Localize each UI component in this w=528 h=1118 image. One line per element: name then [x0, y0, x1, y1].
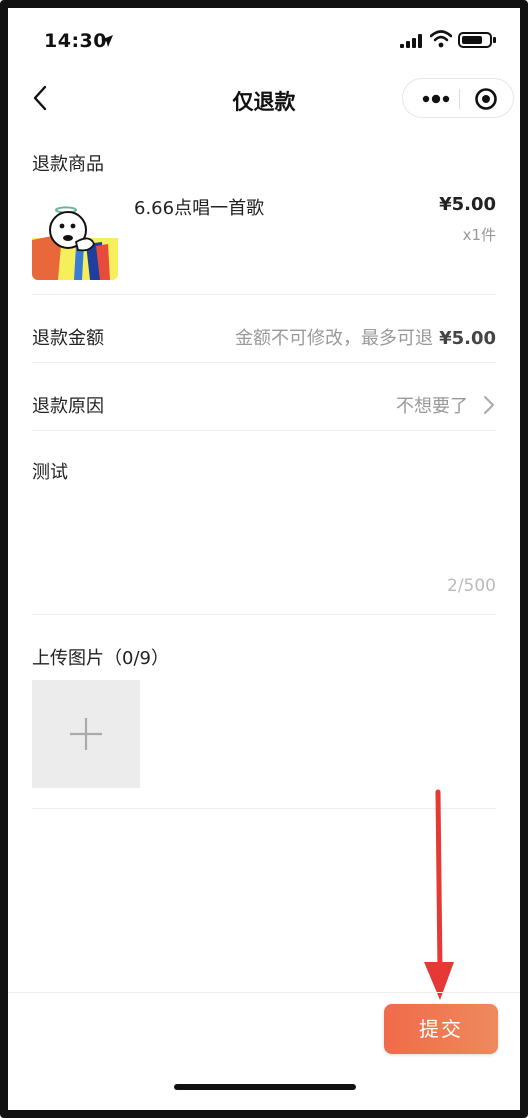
battery-icon	[458, 32, 496, 48]
screen: 14:30 仅退款 退款商品 6.66点唱一首歌 ¥5.00 x1件 退款金额 …	[8, 8, 520, 1110]
refund-reason-row[interactable]: 退款原因 不想要了	[8, 368, 520, 428]
red-arrow-annotation	[424, 789, 454, 1000]
plus-icon	[70, 718, 102, 750]
divider	[32, 430, 496, 431]
refund-reason-value: 不想要了	[396, 396, 468, 417]
divider	[32, 294, 496, 295]
divider	[32, 362, 496, 363]
status-time: 14:30	[44, 30, 107, 52]
capsule-divider	[459, 89, 460, 109]
product-price: ¥5.00	[439, 194, 496, 215]
location-arrow-icon	[101, 35, 113, 47]
add-image-button[interactable]	[32, 680, 140, 788]
product-quantity: x1件	[462, 226, 496, 244]
refund-amount-label: 退款金额	[32, 328, 104, 349]
product-illustration	[32, 206, 118, 280]
mini-program-capsule	[402, 78, 514, 118]
status-bar: 14:30	[8, 26, 520, 66]
refund-amount-hint-text: 金额不可修改，最多可退	[235, 328, 434, 349]
char-counter: 2/500	[447, 576, 496, 596]
submit-button[interactable]: 提交	[384, 1004, 498, 1054]
chevron-right-icon	[484, 396, 494, 414]
cellular-signal-icon	[400, 34, 422, 48]
wifi-icon	[430, 30, 452, 48]
product-name: 6.66点唱一首歌	[134, 198, 265, 219]
refund-amount-max: ¥5.00	[439, 328, 496, 349]
more-dots-icon[interactable]	[413, 79, 459, 119]
phone-frame: 14:30 仅退款 退款商品 6.66点唱一首歌 ¥5.00 x1件 退款金额 …	[0, 0, 528, 1118]
nav-bar: 仅退款	[8, 70, 520, 126]
refund-reason-label: 退款原因	[32, 396, 104, 417]
refund-amount-hint: 金额不可修改，最多可退 ¥5.00	[235, 324, 496, 350]
divider	[32, 614, 496, 615]
refund-description-textarea[interactable]: 测试 2/500	[8, 438, 520, 614]
target-circle-icon[interactable]	[463, 79, 509, 119]
product-thumbnail	[32, 194, 118, 280]
refund-description-text: 测试	[32, 462, 68, 483]
refund-goods-label: 退款商品	[32, 154, 104, 175]
footer-divider	[8, 992, 520, 993]
home-indicator	[174, 1084, 356, 1090]
upload-images-label: 上传图片（0/9）	[32, 648, 169, 669]
